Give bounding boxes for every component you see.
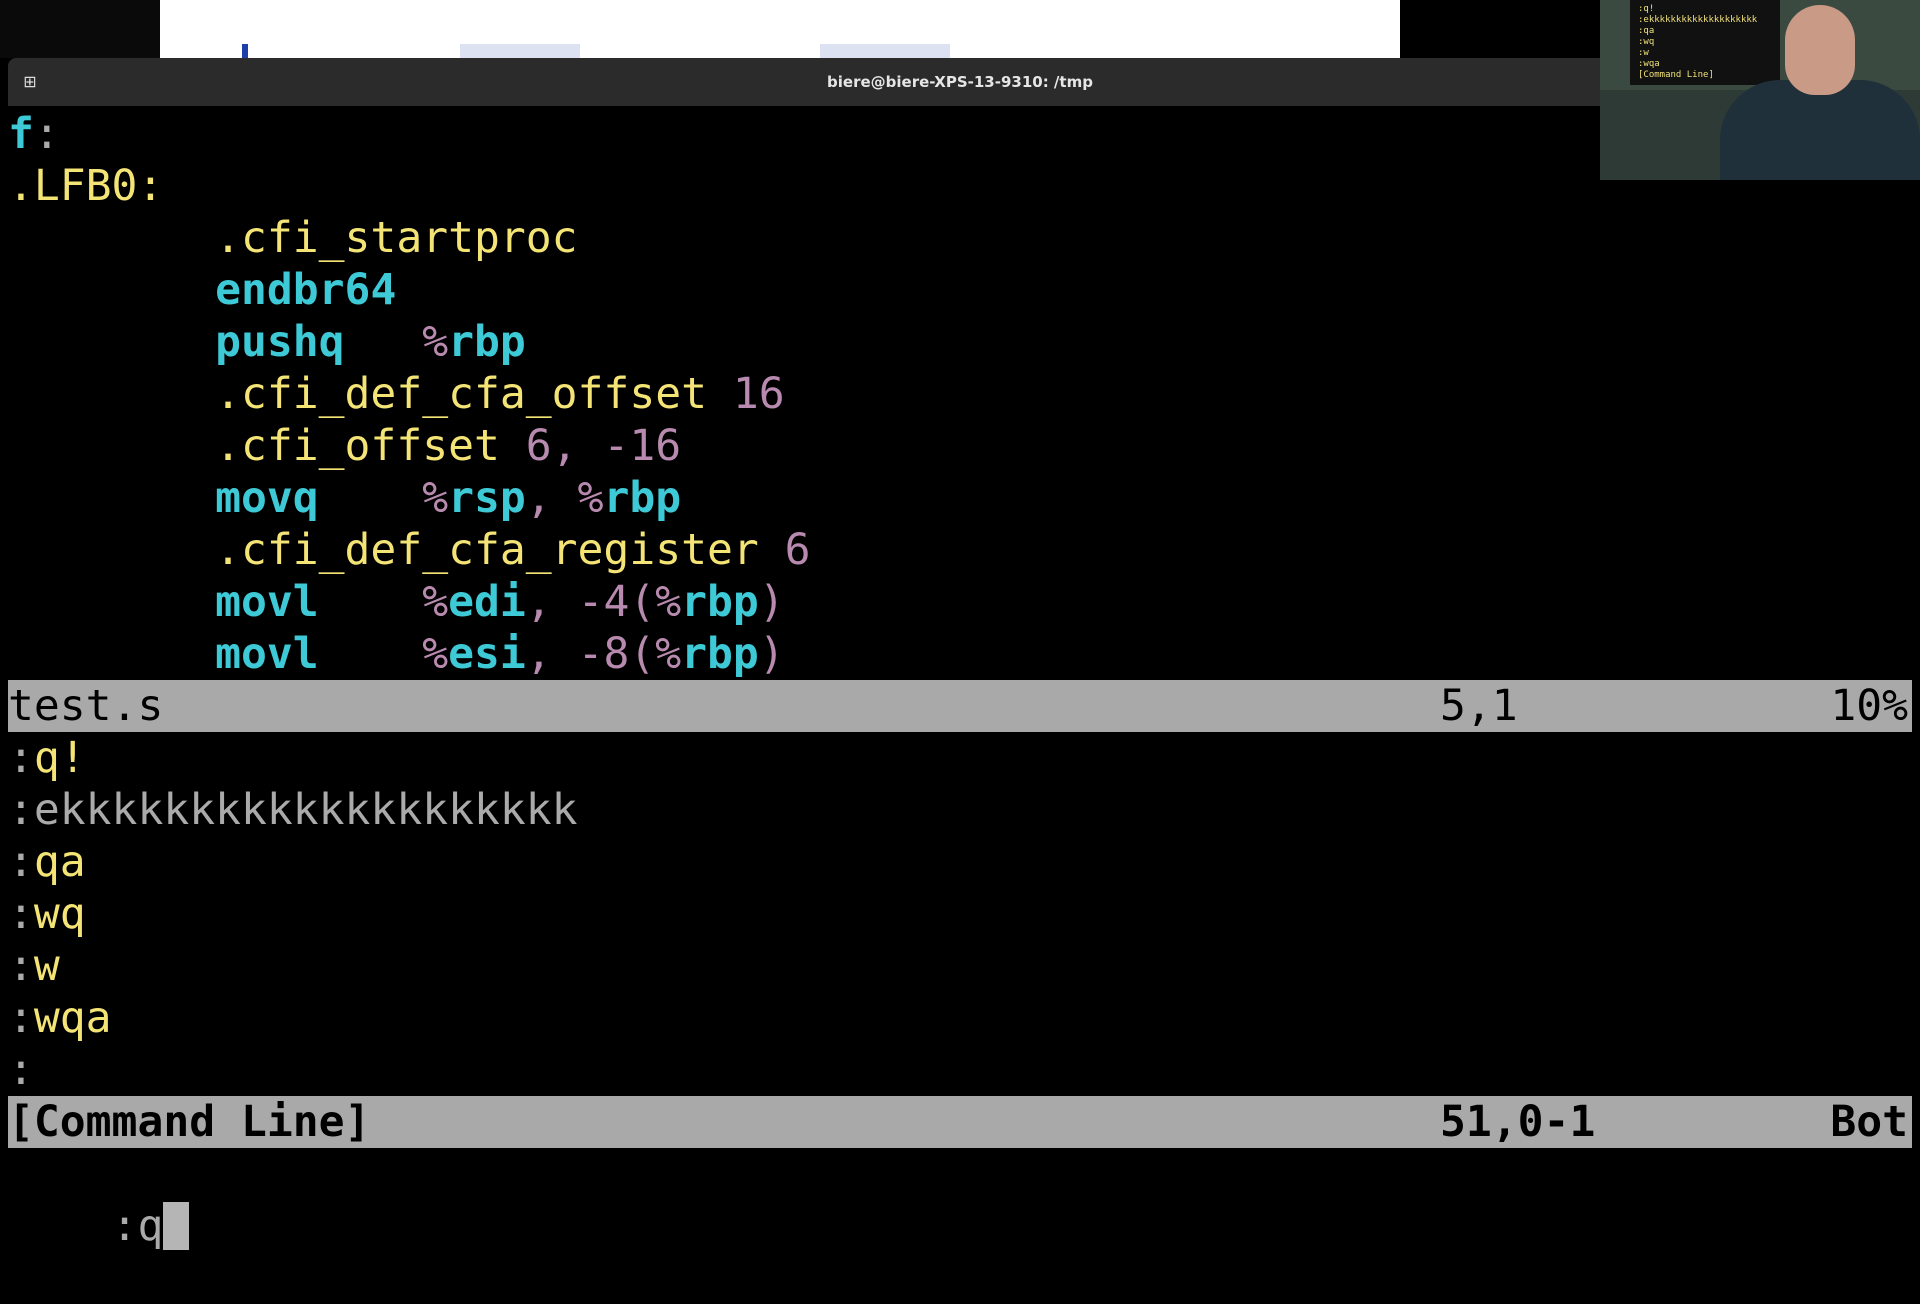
code-token: , % [525, 473, 604, 523]
code-token: .LFB0: [8, 161, 164, 211]
status-cursor-position: 51,0-1 [1440, 1097, 1596, 1147]
code-token: rbp [681, 577, 759, 627]
code-token: : [33, 109, 60, 159]
code-token: ) [758, 577, 785, 627]
history-command: ekkkkkkkkkkkkkkkkkkkk [33, 785, 578, 835]
history-prefix: : [8, 785, 34, 835]
code-token: ) [758, 629, 785, 679]
code-token: rbp [681, 629, 759, 679]
code-token: % [318, 629, 449, 679]
code-token: movq [215, 473, 319, 523]
code-token: rsp [448, 473, 526, 523]
text-cursor [163, 1202, 190, 1250]
history-command: qa [33, 837, 86, 887]
history-command: q! [33, 733, 86, 783]
code-token: pushq [215, 317, 345, 367]
code-token: , -8(% [525, 629, 682, 679]
code-token: % [344, 317, 449, 367]
code-token: endbr64 [215, 265, 397, 315]
code-line[interactable]: movl %esi, -8(%rbp) [8, 628, 1912, 680]
status-line-top: test.s 5,1 10% [8, 680, 1912, 732]
background-fragment [460, 44, 580, 58]
code-token: 6, -16 [525, 421, 682, 471]
code-token: movl [215, 577, 319, 627]
terminal-window[interactable]: ⊞ biere@biere-XPS-13-9310: /tmp f: .LFB0:… [8, 58, 1912, 1251]
code-line[interactable]: .cfi_def_cfa_register 6 [8, 524, 1912, 576]
webcam-overlay: :q! :ekkkkkkkkkkkkkkkkkkkk :qa :wq :w :w… [1600, 0, 1920, 180]
code-line[interactable]: movl %edi, -4(%rbp) [8, 576, 1912, 628]
code-token: , -4(% [525, 577, 682, 627]
command-input[interactable]: :q [112, 1201, 164, 1251]
code-token: movl [215, 629, 319, 679]
code-line[interactable]: movq %rsp, %rbp [8, 472, 1912, 524]
history-prefix: : [8, 837, 34, 887]
status-scroll-percent: Bot [1830, 1097, 1908, 1147]
history-prefix: : [8, 993, 34, 1043]
code-token: 16 [732, 369, 785, 419]
history-entry[interactable]: :qa [8, 836, 1912, 888]
history-entry[interactable]: :w [8, 940, 1912, 992]
history-entry[interactable]: :q! [8, 732, 1912, 784]
history-command: wqa [33, 993, 112, 1043]
code-line[interactable]: .cfi_offset 6, -16 [8, 420, 1912, 472]
background-window [160, 0, 1400, 58]
status-scroll-percent: 10% [1830, 681, 1908, 731]
code-token: f [8, 109, 34, 159]
code-token: rbp [448, 317, 526, 367]
status-line-bottom: [Command Line] 51,0-1 Bot [8, 1096, 1912, 1148]
code-token: esi [448, 629, 526, 679]
background-fragment [820, 44, 950, 58]
code-token: % [318, 577, 449, 627]
code-line[interactable]: endbr64 [8, 264, 1912, 316]
code-token: .cfi_offset [8, 421, 526, 471]
webcam-person-body [1720, 80, 1920, 180]
code-token: .cfi_def_cfa_offset [8, 369, 733, 419]
code-line[interactable]: pushq %rbp [8, 316, 1912, 368]
code-line[interactable]: .cfi_startproc [8, 212, 1912, 264]
history-command: wq [33, 889, 86, 939]
code-line[interactable]: .cfi_def_cfa_offset 16 [8, 368, 1912, 420]
code-token: .cfi_def_cfa_register [8, 525, 785, 575]
history-command: w [33, 941, 60, 991]
webcam-projected-text: :q! :ekkkkkkkkkkkkkkkkkkkk :qa :wq :w :w… [1638, 4, 1758, 80]
status-buffer-name: [Command Line] [8, 1097, 371, 1147]
history-prefix: : [8, 889, 34, 939]
status-filename: test.s [8, 681, 164, 731]
code-token: edi [448, 577, 526, 627]
code-token: 6 [784, 525, 811, 575]
status-cursor-position: 5,1 [1440, 681, 1518, 731]
history-prefix: : [8, 941, 34, 991]
code-token: rbp [603, 473, 682, 523]
history-prefix: : [8, 733, 34, 783]
command-input-line[interactable]: :q [8, 1148, 1912, 1251]
webcam-person-head [1785, 5, 1855, 95]
history-entry[interactable]: :wq [8, 888, 1912, 940]
history-entry[interactable]: : [8, 1044, 1912, 1096]
background-fragment [242, 44, 248, 58]
history-entry[interactable]: :wqa [8, 992, 1912, 1044]
history-prefix: : [8, 1045, 34, 1095]
code-token: % [318, 473, 449, 523]
history-entry[interactable]: :ekkkkkkkkkkkkkkkkkkkk [8, 784, 1912, 836]
code-token: .cfi_startproc [8, 213, 578, 263]
desktop-strip [0, 0, 160, 58]
